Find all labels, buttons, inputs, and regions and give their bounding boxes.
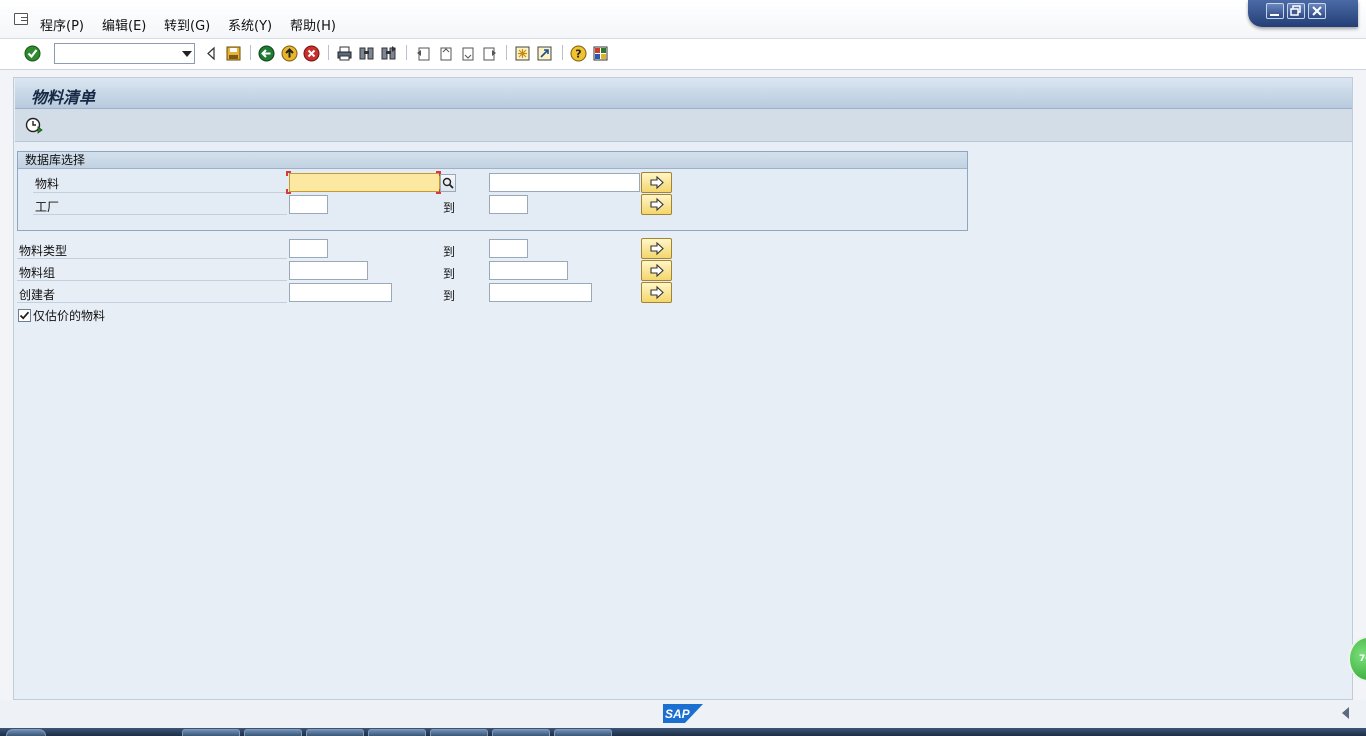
label-underline xyxy=(17,302,287,303)
to-label: 到 xyxy=(443,267,456,281)
arrow-right-icon xyxy=(650,285,664,300)
next-page-icon[interactable] xyxy=(459,45,476,62)
to-label: 到 xyxy=(443,245,456,259)
find-next-icon[interactable] xyxy=(380,45,397,62)
valuated-only-checkbox[interactable] xyxy=(18,309,31,322)
execute-clock-icon[interactable] xyxy=(25,116,43,134)
svg-text:SAP: SAP xyxy=(665,707,691,721)
taskbar-app-button[interactable] xyxy=(182,729,240,736)
page-title: 物料清单 xyxy=(31,88,96,107)
notification-count: 70 xyxy=(1359,654,1366,664)
label-underline xyxy=(33,192,287,193)
collapse-arrow-icon[interactable] xyxy=(203,45,220,62)
created-by-to-input[interactable] xyxy=(489,283,592,302)
menu-program[interactable]: 程序(P) xyxy=(40,15,84,34)
material-from-input[interactable] xyxy=(289,173,440,192)
plant-label: 工厂 xyxy=(35,200,60,214)
search-help-button[interactable] xyxy=(440,174,456,192)
created-by-from-input[interactable] xyxy=(289,283,392,302)
taskbar-app-button[interactable] xyxy=(430,729,488,736)
to-label: 到 xyxy=(443,289,456,303)
material-label: 物料 xyxy=(35,177,60,191)
material-to-input[interactable] xyxy=(489,173,640,192)
minimize-icon[interactable] xyxy=(1266,3,1284,19)
find-icon[interactable] xyxy=(358,45,375,62)
first-page-icon[interactable] xyxy=(415,45,432,62)
menu-edit[interactable]: 编辑(E) xyxy=(102,15,146,34)
required-marker xyxy=(286,189,291,194)
status-collapse-icon[interactable] xyxy=(1342,707,1349,719)
search-icon xyxy=(442,177,454,189)
menu-help[interactable]: 帮助(H) xyxy=(290,15,336,34)
customize-layout-icon[interactable] xyxy=(592,45,609,62)
menu-system[interactable]: 系统(Y) xyxy=(228,15,272,34)
label-underline xyxy=(17,280,287,281)
cancel-icon[interactable] xyxy=(303,45,320,62)
material-type-label: 物料类型 xyxy=(19,244,68,258)
chevron-down-icon[interactable] xyxy=(182,51,192,57)
toolbar-separator xyxy=(406,45,407,60)
menu-bar: 程序(P) 编辑(E) 转到(G) 系统(Y) 帮助(H) xyxy=(0,0,1366,39)
material-type-to-input[interactable] xyxy=(489,239,528,258)
taskbar-app-button[interactable] xyxy=(368,729,426,736)
arrow-right-icon xyxy=(650,241,664,256)
toolbar-separator xyxy=(506,45,507,60)
plant-to-input[interactable] xyxy=(489,195,528,214)
close-window-icon[interactable] xyxy=(1308,3,1326,19)
sap-logo: SAP xyxy=(663,704,703,723)
created-by-multiple-selection-button[interactable] xyxy=(641,282,672,303)
print-icon[interactable] xyxy=(336,45,353,62)
menu-goto[interactable]: 转到(G) xyxy=(164,15,210,34)
required-marker xyxy=(286,171,291,176)
material-group-to-input[interactable] xyxy=(489,261,568,280)
valuated-only-label: 仅估价的物料 xyxy=(33,309,106,323)
material-type-multiple-selection-button[interactable] xyxy=(641,238,672,259)
taskbar-app-button[interactable] xyxy=(492,729,550,736)
material-group-label: 物料组 xyxy=(19,266,56,280)
last-page-icon[interactable] xyxy=(481,45,498,62)
label-underline xyxy=(33,214,287,215)
group-title: 数据库选择 xyxy=(18,152,967,169)
plant-multiple-selection-button[interactable] xyxy=(641,194,672,215)
material-group-multiple-selection-button[interactable] xyxy=(641,260,672,281)
title-bar: 物料清单 xyxy=(15,78,1352,109)
plant-from-input[interactable] xyxy=(289,195,328,214)
start-button[interactable] xyxy=(6,729,46,736)
menu-options-icon[interactable] xyxy=(14,13,28,25)
checkmark-icon xyxy=(19,311,30,320)
create-session-icon[interactable] xyxy=(514,45,531,62)
shortcut-icon[interactable] xyxy=(536,45,553,62)
created-by-label: 创建者 xyxy=(19,288,56,302)
svg-text:?: ? xyxy=(575,48,581,61)
taskbar-app-button[interactable] xyxy=(306,729,364,736)
material-multiple-selection-button[interactable] xyxy=(641,172,672,193)
help-icon[interactable]: ? xyxy=(570,45,587,62)
label-underline xyxy=(17,258,287,259)
to-label: 到 xyxy=(443,201,456,215)
taskbar-app-button[interactable] xyxy=(554,729,612,736)
material-type-from-input[interactable] xyxy=(289,239,328,258)
material-group-from-input[interactable] xyxy=(289,261,368,280)
toolbar-separator xyxy=(250,45,251,60)
restore-icon[interactable] xyxy=(1287,3,1305,19)
toolbar-separator xyxy=(328,45,329,60)
exit-icon[interactable] xyxy=(281,45,298,62)
application-toolbar xyxy=(15,109,1352,142)
command-field[interactable] xyxy=(54,43,195,64)
back-icon[interactable] xyxy=(258,45,275,62)
arrow-right-icon xyxy=(650,175,664,190)
arrow-right-icon xyxy=(650,197,664,212)
window-controls xyxy=(1248,0,1358,27)
enter-check-icon[interactable] xyxy=(24,45,41,62)
toolbar-separator xyxy=(562,45,563,60)
previous-page-icon[interactable] xyxy=(437,45,454,62)
taskbar-app-button[interactable] xyxy=(244,729,302,736)
save-icon[interactable] xyxy=(225,45,242,62)
arrow-right-icon xyxy=(650,263,664,278)
